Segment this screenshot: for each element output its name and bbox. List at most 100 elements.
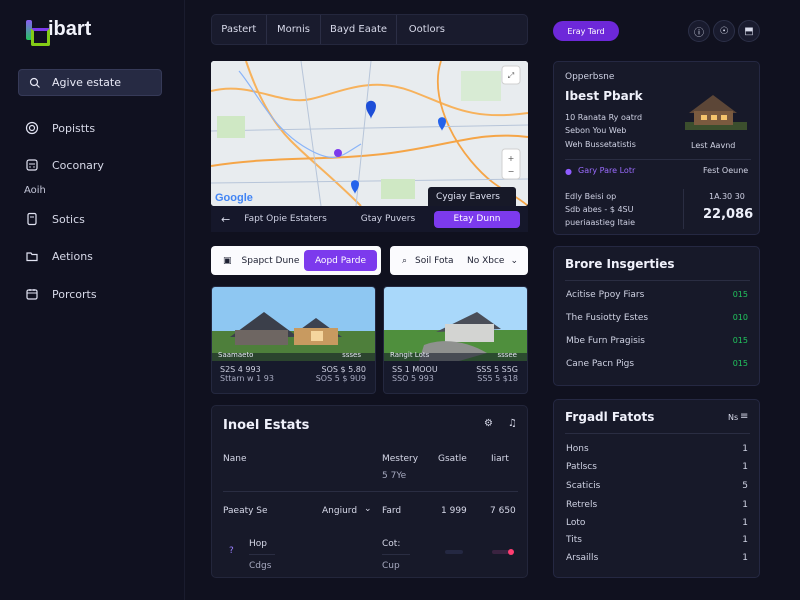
table-title: Inoel Estats [223, 418, 310, 433]
map-overlay[interactable]: Cygiay Eavers [428, 187, 516, 206]
sidebar: ibart Agive estate Popistts Coconary Aoi… [0, 0, 185, 600]
sidebar-item-1[interactable]: Popistts [25, 118, 95, 138]
link-icon[interactable]: ☉ [713, 20, 735, 42]
property-card-meta-right: SOS $ 5.80 [321, 365, 366, 374]
table-header-mestery: Mestery [382, 454, 419, 464]
brand-logo[interactable]: ibart [26, 18, 91, 46]
sidebar-item-label-3: Sotics [52, 212, 85, 226]
property-card-caption-right: sssee [497, 351, 517, 359]
filter-left-button[interactable]: Aopd Parde [304, 250, 377, 271]
facts-row-5[interactable]: Loto 1 [566, 518, 748, 528]
map-canvas: ⤢ + − [211, 61, 528, 206]
property-house-image [679, 87, 753, 135]
settings-icon[interactable]: ⚙ [484, 418, 493, 429]
status-dot-icon: ● [565, 167, 572, 176]
table-divider [249, 554, 275, 555]
facts-row-value: 1 [742, 518, 748, 528]
table-row2-mestery1: Cot: [382, 539, 401, 549]
top-action-button-label: Eray Tard [567, 26, 605, 36]
menu-icon[interactable]: ≡ [740, 411, 748, 422]
sidebar-search[interactable]: Agive estate [18, 69, 162, 96]
facts-row-label: Retrels [566, 500, 598, 510]
table-row2-name1: Hop [249, 539, 267, 549]
overview-badge-right: Fest Oeune [703, 166, 749, 175]
sidebar-item-label-5: Porcorts [52, 287, 97, 301]
facts-row-1[interactable]: Hons 1 [566, 444, 748, 454]
tab-3[interactable]: Bayd Eaate [321, 15, 397, 44]
map-overlay-label: Cygiay Eavers [436, 191, 500, 202]
filter-left-icon: ▣ [223, 255, 232, 266]
facts-row-6[interactable]: Tits 1 [566, 535, 748, 545]
facts-row-2[interactable]: Patlscs 1 [566, 462, 748, 472]
sidebar-item-5[interactable]: Porcorts [25, 284, 97, 304]
table-header-name: Nane [223, 454, 247, 464]
properties-row-4[interactable]: Cane Pacn Pigs 015 [566, 359, 748, 369]
properties-row-value: 015 [732, 290, 748, 299]
sidebar-item-label-4: Aetions [52, 249, 93, 263]
sidebar-item-label-2: Coconary [52, 158, 104, 172]
table-header-iiart: Iiart [491, 454, 509, 464]
svg-text:⤢: ⤢ [507, 71, 514, 80]
sidebar-item-3[interactable]: Sotics [25, 209, 85, 229]
tab-1[interactable]: Pastert [212, 15, 267, 44]
info-icon[interactable]: ⓘ [688, 20, 710, 42]
facts-row-label: Arsaills [566, 553, 599, 563]
facts-title: Frgadl Fatots [565, 410, 655, 424]
table-divider [223, 491, 518, 492]
table-row-mestery: Angiurd [322, 506, 358, 516]
overview-kicker: Opperbsne [565, 72, 615, 82]
properties-row-label: Cane Pacn Pigs [566, 359, 635, 369]
facts-row-value: 5 [742, 481, 748, 491]
search-icon: ⌕ [402, 255, 408, 266]
filter-right-value: No Xbce [466, 255, 505, 266]
property-image: Saamaeto ssses [212, 287, 375, 361]
filter-left-label: Spapct Dune [241, 255, 300, 266]
question-icon[interactable]: ? [229, 546, 234, 556]
music-icon[interactable]: ♫ [508, 418, 517, 429]
facts-right-label: Ns [728, 413, 739, 422]
map-bar-arrow-icon: ← [221, 212, 231, 226]
filter-right[interactable]: ⌕ Soil Fota No Xbce ⌄ [390, 246, 528, 275]
facts-row-value: 1 [742, 444, 748, 454]
facts-row-value: 1 [742, 535, 748, 545]
facts-row-label: Scaticis [566, 481, 601, 491]
image-icon[interactable]: ⬒ [738, 20, 760, 42]
overview-stat-big: 22,086 [703, 207, 754, 222]
property-card-2[interactable]: Rangit Lots sssee SS 1 MOOU SSS 5 S5G SS… [383, 286, 528, 394]
chevron-down-icon[interactable]: ⌄ [364, 504, 372, 514]
facts-panel: Frgadl Fatots Ns ≡ Hons 1 Patlscs 1 Scatic… [553, 399, 760, 578]
filter-left: ▣ Spapct Dune Aopd Parde [211, 246, 381, 275]
map-bar-left-label: Fapt Opie Estaters [244, 214, 327, 224]
table-row-name: Paeaty Se [223, 506, 268, 516]
sidebar-item-2[interactable]: Coconary [25, 155, 104, 175]
top-tabs: Pastert Mornis Bayd Eaate Ootlors [211, 14, 528, 45]
progress-track [445, 550, 463, 554]
overview-line-2: Sebon You Web [565, 126, 627, 135]
tab-label-2: Mornis [276, 24, 310, 35]
tab-2[interactable]: Mornis [267, 15, 322, 44]
facts-row-4[interactable]: Retrels 1 [566, 500, 748, 510]
overview-badge: Gary Pare Lotr [578, 166, 636, 175]
top-action-button[interactable]: Eray Tard [553, 21, 619, 41]
sidebar-section-label: Aoih [24, 185, 46, 196]
map-action-button[interactable]: Etay Dunn [434, 210, 520, 228]
properties-row-label: Acitise Ppoy Fiars [566, 290, 645, 300]
property-card-meta2-left: SSO 5 993 [392, 374, 434, 383]
properties-row-2[interactable]: The Fusiotty Estes 010 [566, 313, 748, 323]
folder-icon [25, 249, 39, 263]
sidebar-item-4[interactable]: Aetions [25, 246, 93, 266]
properties-row-1[interactable]: Acitise Ppoy Fiars 015 [566, 290, 748, 300]
property-card-meta: SS 1 MOOU SSS 5 S5G [384, 361, 527, 374]
overview-line-3: Weh Bussetatistis [565, 140, 636, 149]
facts-row-7[interactable]: Arsaills 1 [566, 553, 748, 563]
overview-title: Ibest Pbark [565, 89, 643, 103]
svg-text:−: − [508, 167, 515, 176]
property-card-caption-right: ssses [342, 351, 361, 359]
properties-row-value: 010 [732, 313, 748, 322]
tab-4[interactable]: Ootlors [397, 15, 527, 44]
properties-row-3[interactable]: Mbe Furn Pragisis 015 [566, 336, 748, 346]
map[interactable]: ⤢ + − Google [211, 61, 528, 206]
property-card-meta2-right: SS5 5 $18 [477, 374, 518, 383]
property-card-1[interactable]: Saamaeto ssses S2S 4 993 SOS $ 5.80 Stta… [211, 286, 376, 394]
facts-row-3[interactable]: Scaticis 5 [566, 481, 748, 491]
